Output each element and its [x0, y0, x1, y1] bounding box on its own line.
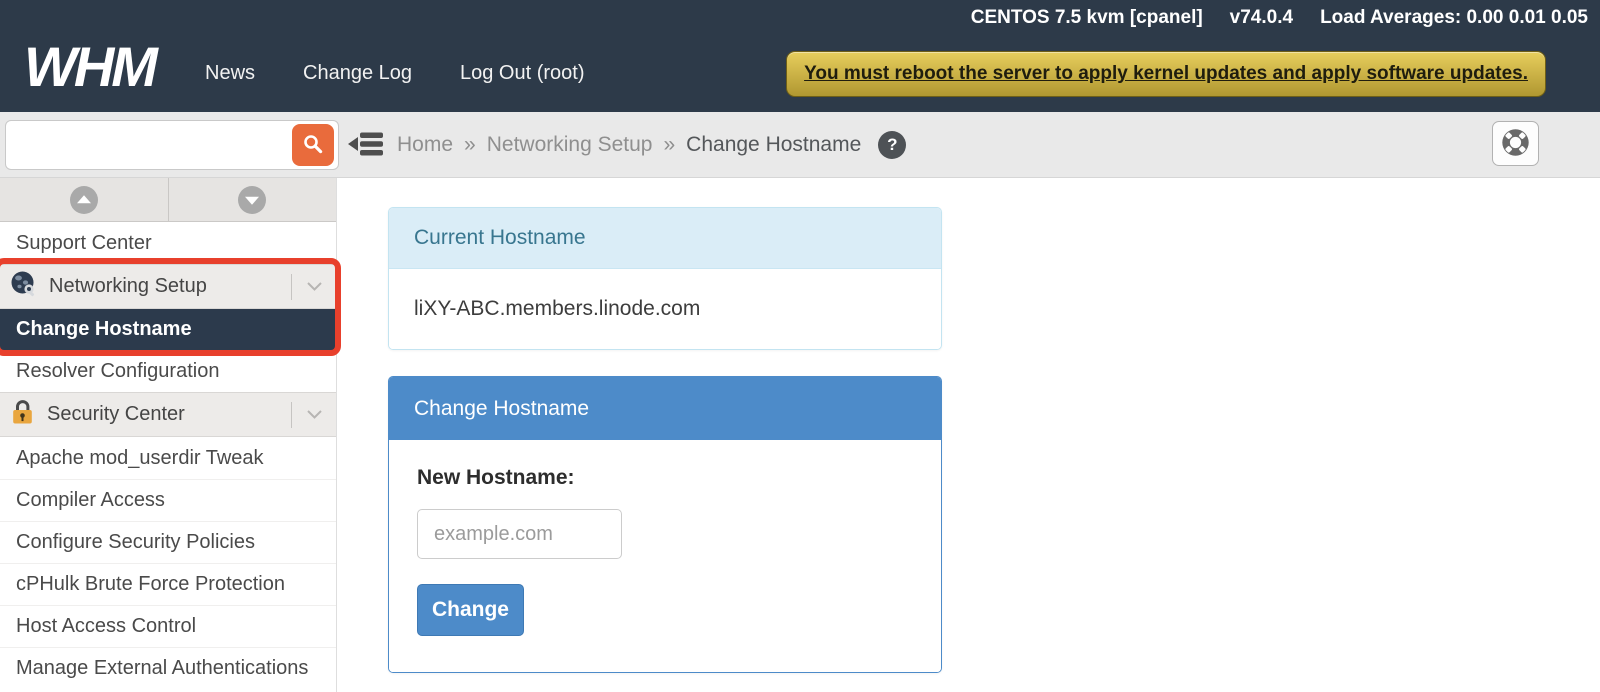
support-help-button[interactable] [1492, 121, 1539, 166]
sidebar-item-configure-security-policies[interactable]: Configure Security Policies [0, 521, 336, 563]
sidebar-item-support-center[interactable]: Support Center [0, 222, 336, 264]
sidebar-group-security-center[interactable]: Security Center [0, 392, 336, 437]
chevron-down-icon[interactable] [292, 265, 336, 308]
breadcrumb-separator: » [663, 133, 675, 157]
sidebar-item-apache-mod-userdir-tweak[interactable]: Apache mod_userdir Tweak [0, 437, 336, 479]
breadcrumb-networking-setup[interactable]: Networking Setup [487, 133, 653, 157]
scroll-down-button[interactable] [169, 178, 337, 221]
globe-wrench-icon [10, 270, 37, 303]
status-version: v74.0.4 [1230, 7, 1293, 29]
current-hostname-value: liXY-ABC.members.linode.com [389, 269, 941, 349]
status-load-averages: Load Averages: 0.00 0.01 0.05 [1320, 7, 1588, 29]
search-icon [302, 133, 324, 158]
breadcrumb-home[interactable]: Home [397, 133, 453, 157]
sidebar-group-label: Security Center [47, 403, 185, 426]
sidebar-item-host-access-control[interactable]: Host Access Control [0, 605, 336, 647]
current-hostname-panel: Current Hostname liXY-ABC.members.linode… [388, 207, 942, 350]
sidebar-group-networking-setup[interactable]: Networking Setup [0, 264, 336, 309]
collapse-sidebar-icon [348, 129, 385, 162]
sidebar-scroll-controls [0, 178, 336, 222]
sidebar-item-change-hostname[interactable]: Change Hostname [0, 309, 336, 350]
main-content: Current Hostname liXY-ABC.members.linode… [338, 179, 1600, 692]
change-hostname-panel: Change Hostname New Hostname: Change [388, 376, 942, 673]
breadcrumb: Home » Networking Setup » Change Hostnam… [397, 112, 906, 177]
header-nav: News Change Log Log Out (root) [205, 62, 585, 85]
sidebar-search-box [5, 120, 339, 170]
current-hostname-panel-title: Current Hostname [389, 208, 941, 269]
change-button[interactable]: Change [417, 584, 524, 636]
padlock-icon [10, 398, 35, 431]
toolbar: Home » Networking Setup » Change Hostnam… [0, 112, 1600, 178]
breadcrumb-current-page: Change Hostname [686, 133, 861, 157]
whm-logo[interactable]: WHM [24, 34, 155, 99]
reboot-warning-banner[interactable]: You must reboot the server to apply kern… [786, 51, 1546, 97]
life-ring-icon [1500, 127, 1531, 161]
sidebar-item-resolver-configuration[interactable]: Resolver Configuration [0, 350, 336, 392]
breadcrumb-separator: » [464, 133, 476, 157]
sidebar: Support Center Networking Setup [0, 178, 337, 692]
search-input[interactable] [6, 121, 338, 169]
header: WHM News Change Log Log Out (root) CENTO… [0, 0, 1600, 112]
new-hostname-input[interactable] [417, 509, 622, 559]
sidebar-item-manage-external-authentications[interactable]: Manage External Authentications [0, 647, 336, 689]
sidebar-item-cphulk-brute-force-protection[interactable]: cPHulk Brute Force Protection [0, 563, 336, 605]
question-mark-icon[interactable]: ? [878, 131, 906, 159]
arrow-down-icon [238, 186, 266, 214]
nav-log-out[interactable]: Log Out (root) [460, 62, 585, 85]
arrow-up-icon [70, 186, 98, 214]
nav-news[interactable]: News [205, 62, 255, 85]
scroll-up-button[interactable] [0, 178, 169, 221]
whm-page: WHM News Change Log Log Out (root) CENTO… [0, 0, 1600, 692]
collapse-sidebar-button[interactable] [347, 129, 385, 161]
status-os: CENTOS 7.5 kvm [cpanel] [971, 7, 1203, 29]
sidebar-item-compiler-access[interactable]: Compiler Access [0, 479, 336, 521]
server-status-bar: CENTOS 7.5 kvm [cpanel] v74.0.4 Load Ave… [971, 7, 1588, 29]
search-button[interactable] [292, 124, 334, 166]
chevron-down-icon[interactable] [292, 393, 336, 436]
change-hostname-panel-title: Change Hostname [389, 377, 941, 440]
nav-change-log[interactable]: Change Log [303, 62, 412, 85]
new-hostname-label: New Hostname: [417, 466, 575, 489]
sidebar-group-label: Networking Setup [49, 275, 207, 298]
